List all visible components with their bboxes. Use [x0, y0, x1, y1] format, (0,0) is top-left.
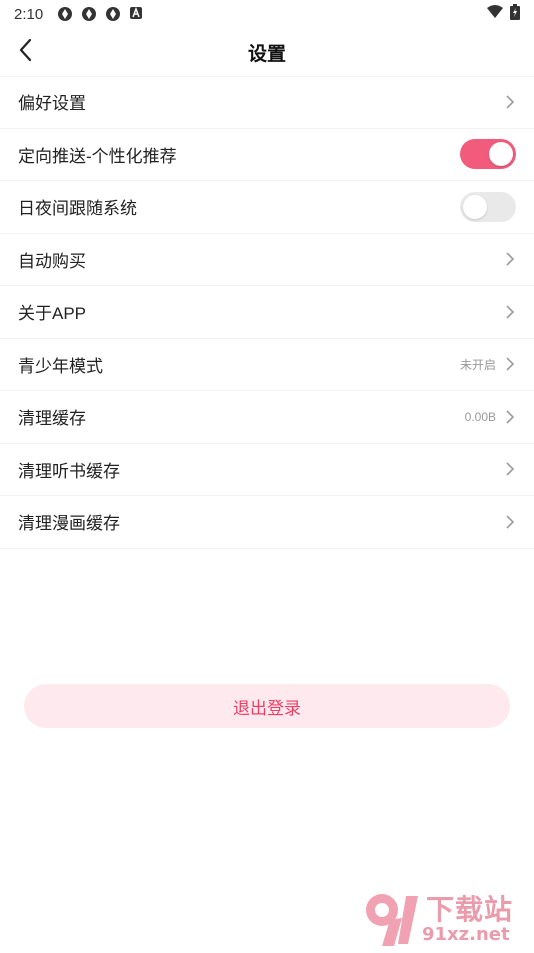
settings-item-label: 定向推送-个性化推荐 — [18, 146, 177, 166]
watermark-text-top: 下载站 — [426, 894, 514, 925]
watermark-text-bottom: 91xz.net — [422, 924, 510, 945]
wifi-icon — [486, 5, 504, 23]
settings-item-label: 清理缓存 — [18, 409, 86, 429]
settings-item-right — [504, 514, 516, 530]
cache-size: 0.00B — [464, 409, 496, 424]
app-notification-icon — [81, 6, 97, 22]
settings-item-auto-purchase[interactable]: 自动购买 — [0, 234, 534, 286]
status-time: 2:10 — [14, 5, 44, 23]
settings-item-label: 日夜间跟随系统 — [18, 199, 137, 219]
settings-item-clear-comic-cache[interactable]: 清理漫画缓存 — [0, 496, 534, 549]
page-title: 设置 — [247, 43, 286, 65]
settings-item-right: 未开启 — [460, 356, 516, 373]
personalized-push-toggle[interactable] — [460, 139, 516, 170]
settings-list: 偏好设置 定向推送-个性化推荐 日夜间跟随系统 自动购买 关于APP 青少年模式 — [0, 76, 534, 549]
chevron-right-icon — [504, 94, 516, 110]
teen-mode-status: 未开启 — [459, 357, 496, 372]
status-bar: 2:10 — [0, 0, 534, 28]
watermark-91-glyph — [366, 894, 418, 946]
settings-item-right — [504, 461, 516, 477]
settings-item-label: 关于APP — [18, 304, 87, 324]
status-left: 2:10 — [14, 6, 145, 23]
settings-item-right: 0.00B — [465, 409, 516, 425]
settings-item-clear-audiobook-cache[interactable]: 清理听书缓存 — [0, 444, 534, 496]
chevron-right-icon — [504, 461, 516, 477]
chevron-right-icon — [504, 251, 516, 267]
header-bar: 设置 — [0, 28, 534, 77]
settings-item-clear-cache[interactable]: 清理缓存 0.00B — [0, 391, 534, 444]
settings-item-label: 清理漫画缓存 — [18, 514, 120, 534]
settings-item-about-app[interactable]: 关于APP — [0, 286, 534, 339]
status-right — [486, 4, 520, 24]
settings-item-follow-system-theme: 日夜间跟随系统 — [0, 181, 534, 234]
settings-item-personalized-push: 定向推送-个性化推荐 — [0, 129, 534, 181]
settings-item-right — [504, 304, 516, 320]
chevron-right-icon — [504, 304, 516, 320]
app-notification-icon — [105, 6, 121, 22]
settings-item-label: 偏好设置 — [18, 94, 86, 114]
settings-item-right — [504, 251, 516, 267]
logout-button[interactable]: 退出登录 — [24, 684, 510, 728]
settings-item-label: 青少年模式 — [18, 356, 103, 376]
app-notification-icon — [57, 6, 73, 22]
chevron-right-icon — [504, 514, 516, 530]
settings-item-right — [504, 94, 516, 110]
settings-item-preferences[interactable]: 偏好设置 — [0, 76, 534, 129]
chevron-right-icon — [504, 409, 516, 425]
toggle-knob — [463, 194, 487, 219]
back-button[interactable] — [10, 36, 42, 68]
follow-system-theme-toggle[interactable] — [460, 191, 516, 222]
settings-item-teen-mode[interactable]: 青少年模式 未开启 — [0, 339, 534, 391]
battery-icon — [510, 4, 520, 24]
chevron-right-icon — [504, 356, 516, 372]
toggle-knob — [489, 142, 513, 167]
watermark-logo: 下载站 91xz.net — [360, 888, 530, 948]
chevron-left-icon — [18, 38, 34, 67]
a-notification-icon — [129, 6, 145, 22]
settings-item-label: 自动购买 — [18, 251, 86, 271]
settings-item-label: 清理听书缓存 — [18, 461, 120, 481]
